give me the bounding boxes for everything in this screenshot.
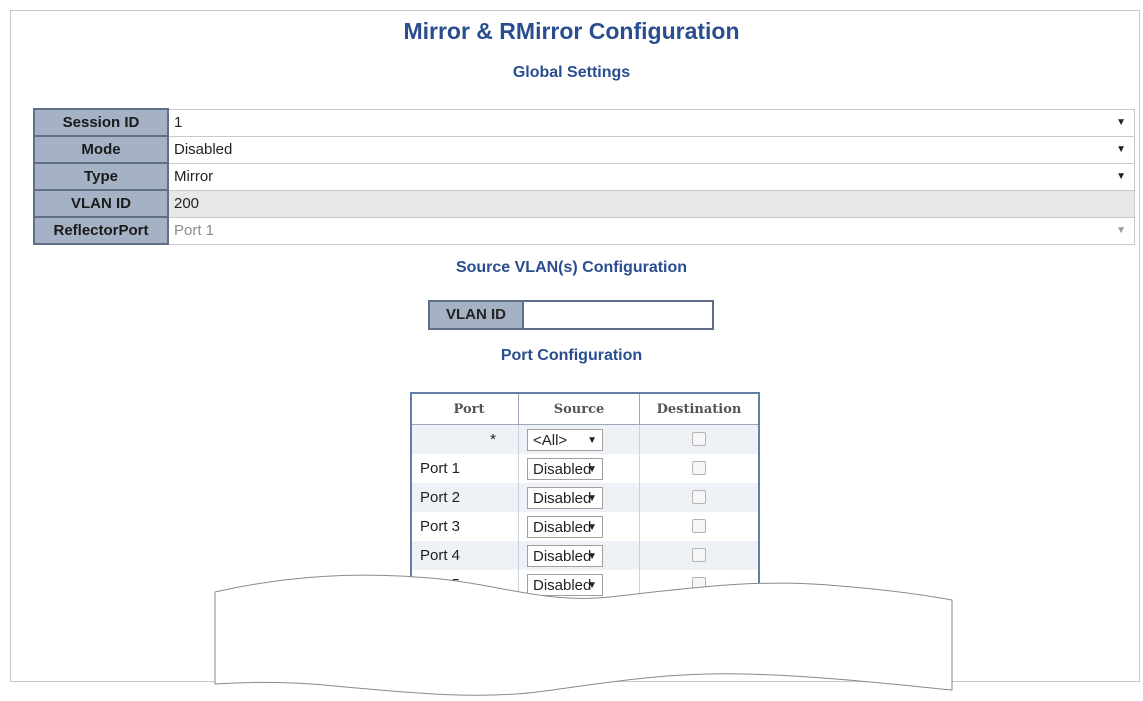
torn-paper-overlay — [214, 574, 953, 696]
